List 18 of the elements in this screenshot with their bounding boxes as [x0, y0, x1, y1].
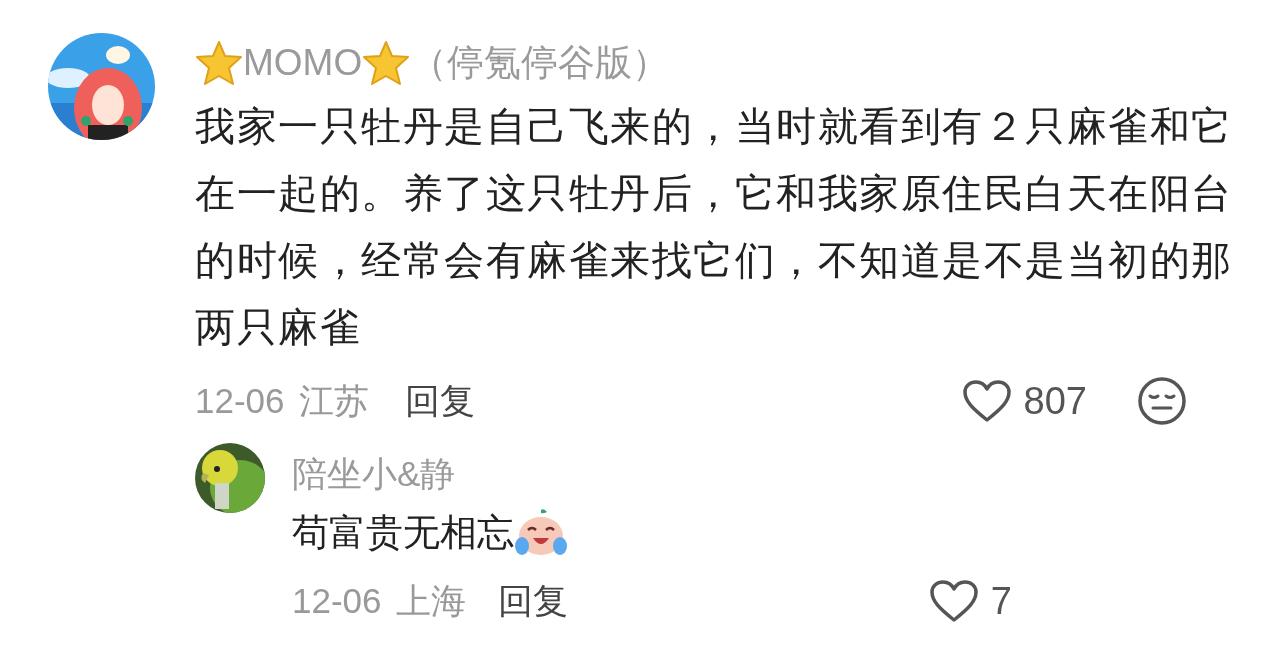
reply-author-name[interactable]: 陪坐小&静: [292, 445, 1236, 503]
star-icon: [362, 40, 411, 86]
like-count: 7: [990, 578, 1012, 624]
heart-icon[interactable]: [961, 379, 1012, 423]
reply-text: 苟富贵无相忘: [292, 511, 514, 556]
reply-date: 12-06: [292, 579, 382, 622]
reply-location: 上海: [395, 579, 466, 622]
heart-icon[interactable]: [928, 579, 979, 623]
dislike-face-icon[interactable]: [1137, 376, 1187, 426]
reply-button[interactable]: 回复: [404, 374, 475, 428]
comment-location: 江苏: [298, 379, 369, 422]
reply-button[interactable]: 回复: [497, 574, 568, 628]
comment-text: 我家一只牡丹是自己飞来的，当时就看到有２只麻雀和它在一起的。养了这只牡丹后，它和我家原住民白天在阳台的时候，经常会有麻雀来找它们，不知道是不是当初的那两只麻雀: [195, 103, 1234, 351]
like-count: 807: [1023, 378, 1087, 424]
author-name[interactable]: （停氪停谷版）: [410, 35, 670, 91]
author-name[interactable]: MOMO: [243, 35, 363, 91]
comment-date: 12-06: [195, 379, 285, 422]
star-icon: [195, 40, 243, 86]
